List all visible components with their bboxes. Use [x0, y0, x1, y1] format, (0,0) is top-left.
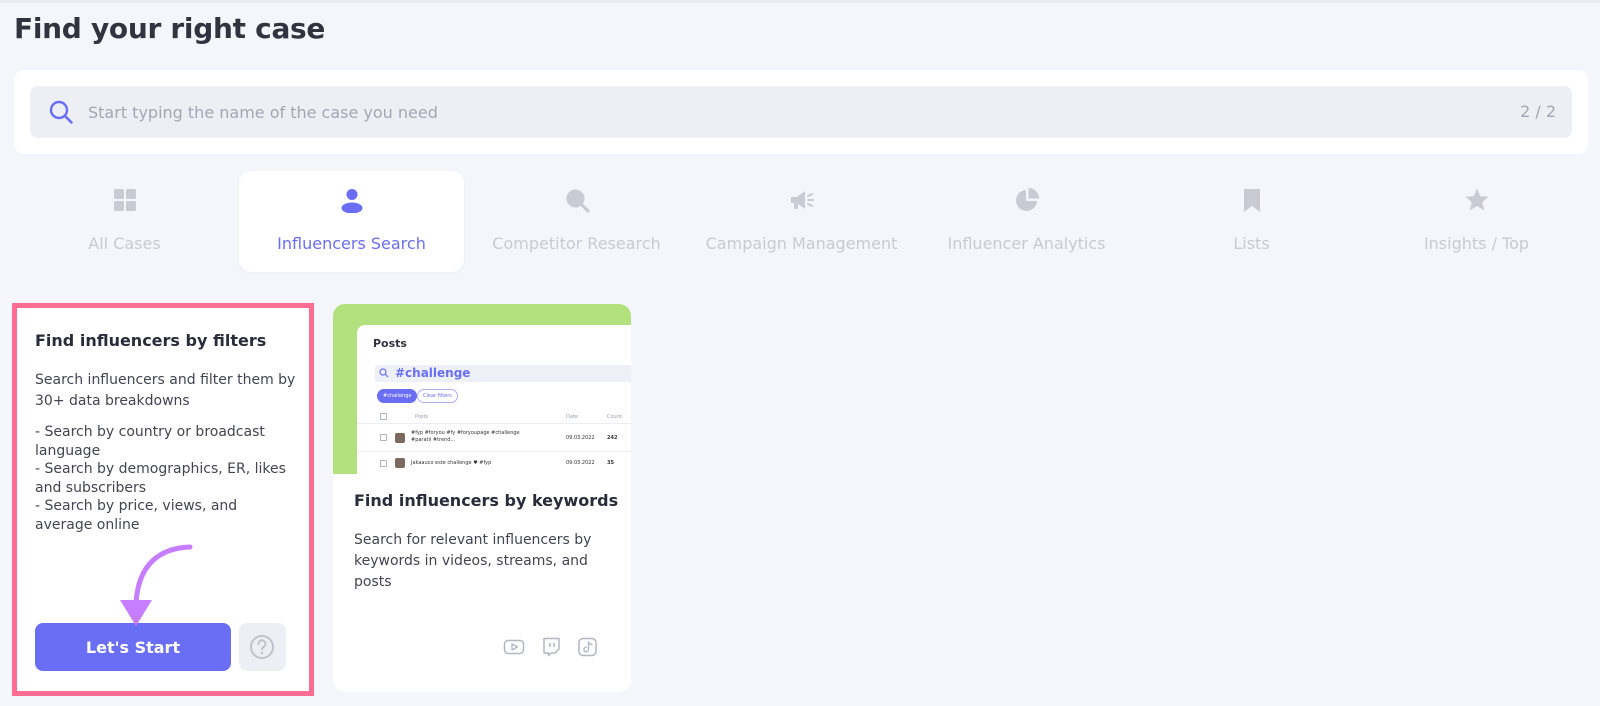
mock-cell-text: Jakaauco este challenge ♥ #fyp [411, 460, 492, 466]
list-item: - Search by demographics, ER, likes and … [35, 461, 286, 496]
thumbnail-icon [395, 458, 405, 468]
mock-column-header: Count [607, 414, 622, 420]
list-item: - Search by price, views, and average on… [35, 498, 238, 533]
list-item: - Search by country or broadcast languag… [35, 424, 265, 459]
annotation-arrow-icon [120, 544, 193, 626]
megaphone-icon [791, 191, 814, 209]
star-icon [1465, 188, 1489, 211]
preview-mockup: Posts #challenge #challenge Clear filter… [357, 325, 631, 474]
tab-insights-top[interactable]: Insights / Top [1364, 171, 1589, 272]
tab-label: Lists [1233, 234, 1270, 253]
case-card-keywords[interactable]: Posts #challenge #challenge Clear filter… [333, 304, 631, 692]
mock-table-header: Posts Date Count [357, 411, 631, 423]
table-row: Jakaauco este challenge ♥ #fyp 09.03.202… [357, 451, 631, 474]
mock-column-header: Posts [415, 414, 429, 420]
search-icon [566, 189, 590, 213]
tab-label: Campaign Management [705, 234, 898, 253]
tab-all-cases[interactable]: All Cases [12, 171, 237, 272]
tab-label: Influencers Search [277, 234, 426, 253]
pie-chart-icon [1016, 188, 1039, 211]
mock-cell-count: 242 [607, 435, 618, 441]
tab-label: Competitor Research [492, 234, 661, 253]
mock-column-header: Date [566, 414, 578, 420]
card-preview-image: Posts #challenge #challenge Clear filter… [333, 304, 631, 474]
question-icon [250, 635, 274, 659]
case-card-filters[interactable]: Find influencers by filters Search influ… [12, 303, 314, 696]
tab-campaign-management[interactable]: Campaign Management [689, 171, 914, 272]
mock-search-value: #challenge [395, 366, 471, 380]
search-icon [49, 100, 73, 124]
card-bullet-list: - Search by country or broadcast languag… [35, 423, 297, 534]
tab-influencer-analytics[interactable]: Influencer Analytics [914, 171, 1139, 272]
tab-influencers-search[interactable]: Influencers Search [239, 171, 464, 272]
search-card: 2 / 2 [14, 70, 1588, 154]
user-icon [341, 189, 363, 213]
search-bar[interactable]: 2 / 2 [30, 86, 1572, 138]
tab-label: All Cases [88, 234, 161, 253]
tab-label: Influencer Analytics [947, 234, 1106, 253]
mock-cell-date: 09.03.2022 [566, 435, 595, 441]
tab-label: Insights / Top [1423, 234, 1530, 253]
table-row: #fyp #foryou #fy #foryoupage #challenge … [357, 423, 631, 451]
mock-clear-chip: Clear filters [417, 389, 458, 403]
card-title: Find influencers by filters [35, 331, 267, 350]
search-result-count: 2 / 2 [1520, 102, 1556, 121]
card-description: Search for relevant influencers by keywo… [354, 532, 592, 590]
mock-cell-text: #fyp #foryou #fy #foryoupage #challenge … [411, 430, 520, 443]
card-description: Search influencers and filter them by 30… [35, 372, 296, 409]
tiktok-icon [578, 637, 597, 657]
mock-search-bar: #challenge [375, 365, 631, 382]
search-icon [379, 368, 389, 378]
thumbnail-icon [395, 433, 405, 443]
checkbox-icon [380, 460, 387, 467]
page-title: Find your right case [14, 12, 326, 45]
mock-section-title: Posts [373, 337, 407, 350]
mock-cell-date: 09.03.2022 [566, 460, 595, 466]
tab-competitor-research[interactable]: Competitor Research [464, 171, 689, 272]
help-button[interactable] [239, 623, 286, 671]
bookmark-icon [1244, 189, 1260, 212]
youtube-icon [503, 639, 525, 655]
tab-lists[interactable]: Lists [1139, 171, 1364, 272]
checkbox-icon [380, 434, 387, 441]
lets-start-button[interactable]: Let's Start [35, 623, 231, 671]
card-title: Find influencers by keywords [354, 491, 619, 510]
mock-filter-chip: #challenge [377, 389, 418, 403]
grid-icon [114, 189, 136, 211]
search-input[interactable] [88, 86, 1468, 138]
checkbox-icon [380, 413, 387, 420]
twitch-icon [543, 637, 560, 657]
top-divider [0, 0, 1600, 3]
mock-cell-count: 35 [607, 460, 614, 466]
